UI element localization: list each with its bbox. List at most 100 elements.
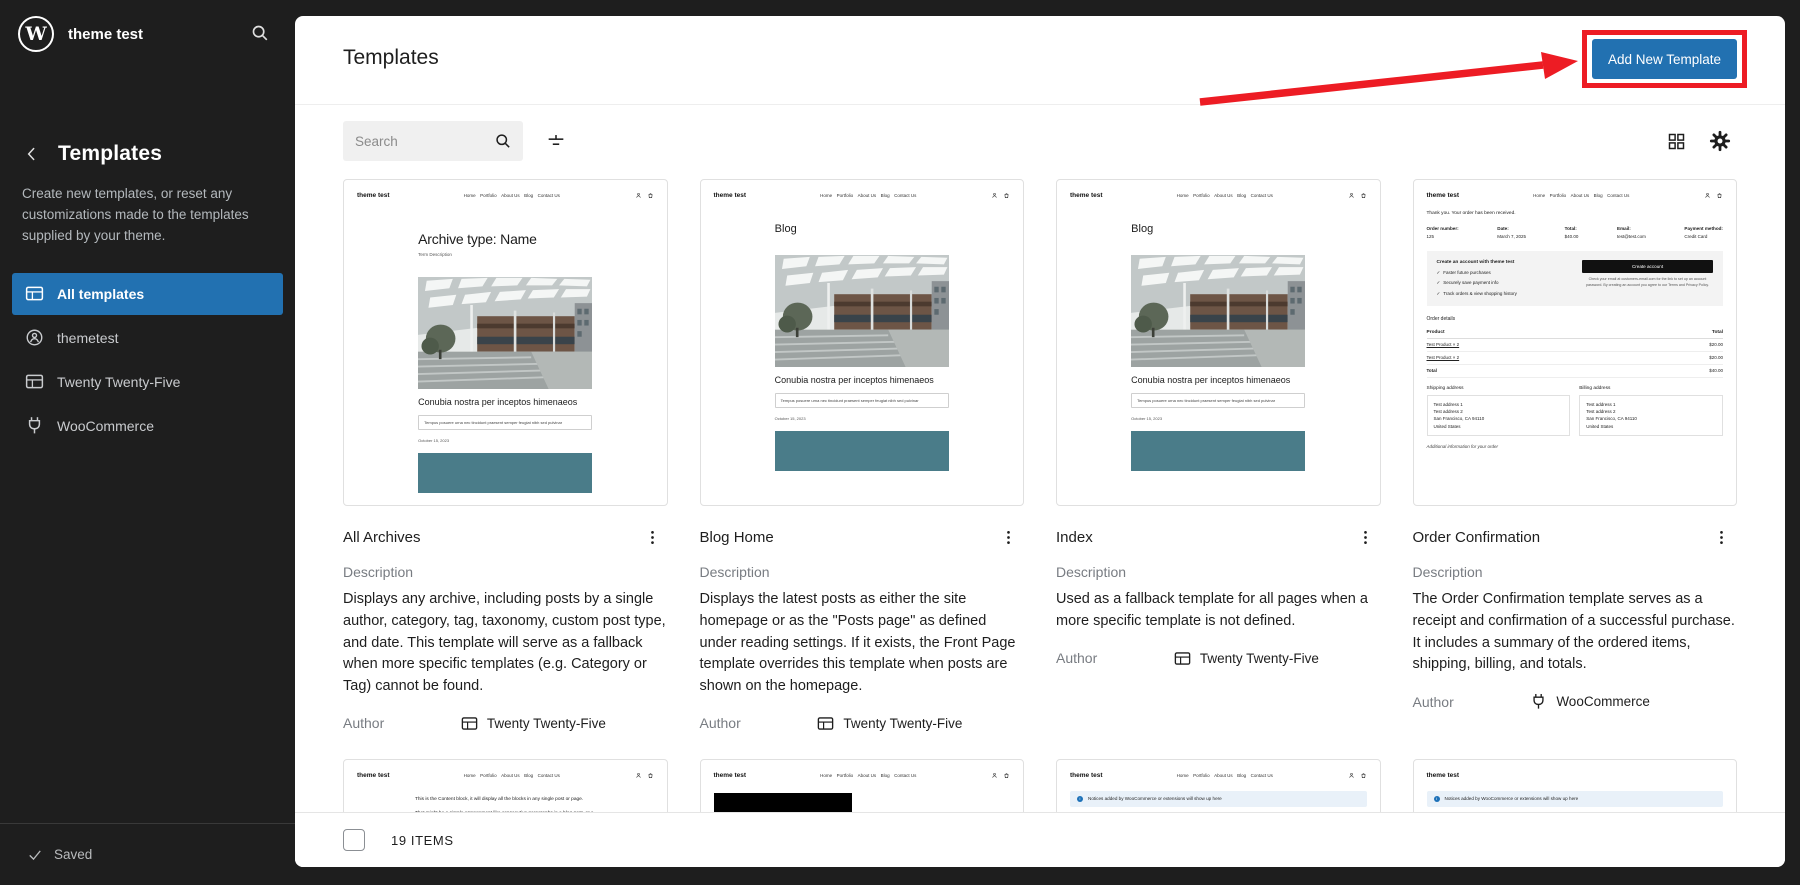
preview-term-description: Term Description [418,252,592,257]
preview-site-logo: theme test [1427,192,1460,199]
author-name: Twenty Twenty-Five [1200,651,1319,666]
cart-icon [647,192,654,199]
description-label: Description [1056,564,1381,580]
template-card-blog-home: theme test HomePortfolioAbout UsBlogCont… [700,179,1025,733]
preview-footer-band [775,431,949,471]
page-title: Templates [343,40,439,70]
kebab-menu-icon[interactable] [1350,524,1381,551]
preview-nav-item: Home [820,773,832,778]
kebab-menu-icon[interactable] [1706,524,1737,551]
sidebar-item-all-templates[interactable]: All templates [12,273,283,315]
preview-nav-item: Blog [1237,773,1246,778]
preview-footer-band [418,453,592,493]
preview-excerpt: Tempus posuere urna nec tincidunt praese… [418,415,592,430]
template-preview[interactable]: theme test HomePortfolioAbout UsBlogCont… [700,179,1025,506]
preview-site-logo: theme test [1427,772,1460,779]
preview-nav-item: Blog [881,193,890,198]
grid-view-icon[interactable] [1660,125,1693,158]
select-all-checkbox[interactable] [343,829,365,851]
preview-post-date: October 15, 2023 [1131,416,1305,421]
preview-site-logo: theme test [1070,772,1103,779]
author-label: Author [1413,694,1530,710]
wordpress-logo[interactable]: W [18,16,54,52]
sidebar-item-label: Twenty Twenty-Five [57,374,180,390]
preview-nav-item: Portfolio [837,193,854,198]
template-preview[interactable]: theme test HomePortfolioAbout UsBlogCont… [1413,179,1738,506]
preview-nav-item: About Us [858,773,877,778]
template-preview[interactable]: theme test Home Portfolio About Us Blog Cont… [700,759,1025,812]
preview-nav: HomePortfolioAbout UsBlogContact Us [459,193,560,198]
preview-nav: HomePortfolioAbout UsBlogContact Us [816,193,917,198]
preview-nav-item: About Us [501,193,520,198]
template-description: Displays any archive, including posts by… [343,589,668,698]
preview-nav-item: About Us [1214,773,1233,778]
preview-woo-notice: i Notices added by WooCommerce or extens… [1070,791,1367,807]
preview-site-logo: theme test [714,192,747,199]
preview-nav-item: Contact Us [1251,193,1273,198]
sidebar-item-themetest[interactable]: themetest [12,317,283,359]
templates-grid: theme test HomePortfolioAbout UsBlogCont… [295,177,1785,812]
template-icon [24,371,45,392]
save-status-label: Saved [54,847,92,862]
person-icon [635,772,642,779]
template-card-all-archives: theme test HomePortfolioAbout UsBlogCont… [343,179,668,733]
description-label: Description [343,564,668,580]
search-icon [493,131,513,151]
save-status: Saved [0,823,295,885]
monochrome-photo [714,793,853,812]
preview-site-logo: theme test [1070,192,1103,199]
template-card-row2-cart: theme test HomePortfolioAbout UsBlogCont… [1056,759,1381,812]
template-title[interactable]: Order Confirmation [1413,529,1541,546]
kebab-menu-icon[interactable] [993,524,1024,551]
preview-nav-item: Portfolio [837,773,854,778]
person-icon [991,192,998,199]
add-new-template-button[interactable]: Add New Template [1592,39,1737,79]
preview-nav-item: Contact Us [894,773,916,778]
preview-order-table: ProductTotal Test Product × 2$20.00 Test… [1427,327,1724,378]
template-title[interactable]: All Archives [343,529,421,546]
site-title[interactable]: theme test [68,26,231,43]
search-input[interactable] [355,134,493,149]
search-box[interactable] [343,121,523,161]
template-preview[interactable]: theme test i Notices added by WooCommerc… [1413,759,1738,812]
sidebar-item-twenty-twenty-five[interactable]: Twenty Twenty-Five [12,361,283,403]
preview-woo-notice: i Notices added by WooCommerce or extens… [1427,791,1724,807]
preview-site-logo: theme test [714,772,747,779]
view-options-gear-icon[interactable] [1703,124,1737,158]
kebab-menu-icon[interactable] [637,524,668,551]
template-card-order-confirmation: theme test HomePortfolioAbout UsBlogCont… [1413,179,1738,711]
filter-icon[interactable] [539,124,573,158]
preview-nav-item: Home [1177,193,1189,198]
preview-order-thanks: Thank you. Your order has been received. [1427,211,1724,216]
preview-nav: HomePortfolioAbout UsBlogContact Us [1172,773,1273,778]
author-name: WooCommerce [1556,694,1650,709]
template-title[interactable]: Blog Home [700,529,774,546]
preview-post-title: Conubia nostra per inceptos himenaeos [775,375,949,385]
template-description: Used as a fallback template for all page… [1056,589,1381,633]
person-icon [635,192,642,199]
list-footer: 19 ITEMS [295,812,1785,867]
person-icon [1348,192,1355,199]
template-description: Displays the latest posts as either the … [700,589,1025,698]
back-button[interactable] [20,142,44,166]
preview-content-paragraphs: This is the Content block, it will displ… [415,796,596,812]
preview-create-account-button: Create account [1582,260,1713,273]
template-preview[interactable]: theme test HomePortfolioAbout UsBlogCont… [1056,759,1381,812]
info-icon: i [1434,796,1440,802]
preview-nav-item: About Us [1214,193,1233,198]
preview-nav-item: Blog [881,773,890,778]
preview-order-meta: Order number:125 Date:March 7, 2025 Tota… [1427,225,1724,240]
preview-post-title: Conubia nostra per inceptos himenaeos [418,397,592,407]
cart-icon [1716,192,1723,199]
sidebar-search-icon[interactable] [245,18,275,51]
sidebar-item-woocommerce[interactable]: WooCommerce [12,405,283,447]
template-preview[interactable]: theme test HomePortfolioAbout UsBlogCont… [1056,179,1381,506]
template-preview[interactable]: theme test HomePortfolioAbout UsBlogCont… [343,759,668,812]
preview-nav: HomePortfolioAbout UsBlogContact Us [1172,193,1273,198]
items-count: 19 ITEMS [391,833,454,848]
template-preview[interactable]: theme test HomePortfolioAbout UsBlogCont… [343,179,668,506]
sidebar-item-label: themetest [57,330,118,346]
template-title[interactable]: Index [1056,529,1093,546]
preview-footer-band [1131,431,1305,471]
annotation-highlight-box: Add New Template [1582,30,1747,88]
